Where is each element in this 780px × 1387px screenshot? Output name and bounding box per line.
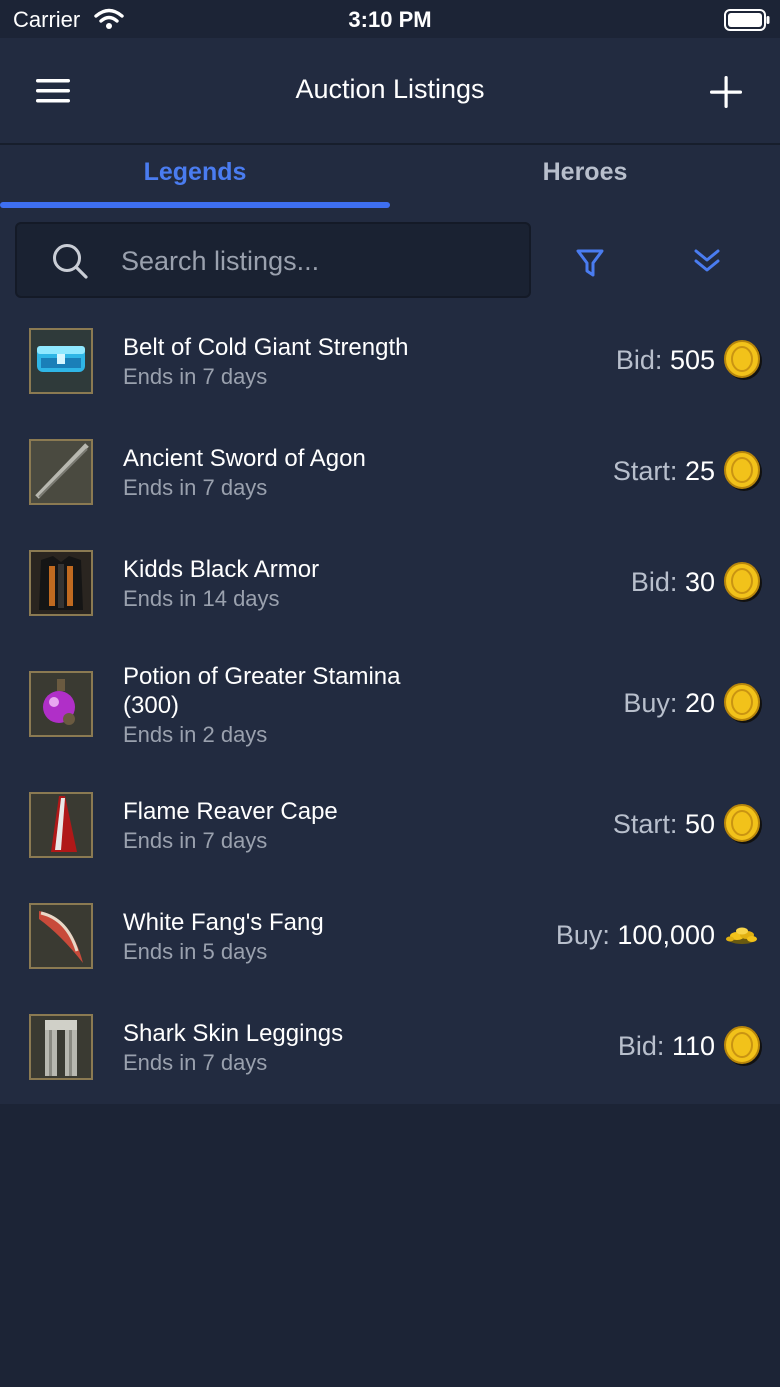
status-bar: Carrier 3:10 PM [0,0,780,38]
fang-icon [29,903,93,969]
price-type: Start: [612,809,678,839]
item-price: Buy: 100,000 [556,920,715,951]
list-item[interactable]: White Fang's Fang Ends in 5 days Buy: 10… [0,887,780,998]
sword-icon [29,439,93,505]
item-ends: Ends in 5 days [123,939,268,964]
tab-heroes[interactable]: Heroes [390,145,780,211]
auction-list: Belt of Cold Giant Strength Ends in 7 da… [0,312,780,1104]
filter-icon[interactable] [575,247,605,279]
price-type: Start: [612,456,678,486]
item-name: Flame Reaver Cape [123,798,338,825]
item-price: Bid: 110 [618,1031,715,1062]
list-item[interactable]: Kidds Black Armor Ends in 14 days Bid: 3… [0,534,780,645]
sort-icon[interactable] [693,247,721,275]
empty-area [0,1104,780,1387]
price-value: 25 [684,456,715,486]
item-ends: Ends in 7 days [123,1050,268,1075]
list-item[interactable]: Potion of Greater Stamina (300) Ends in … [0,645,780,776]
belt-icon [29,328,93,394]
battery-icon [724,9,770,31]
price-type: Bid: [615,345,663,375]
price-value: 505 [669,345,715,375]
tab-bar: Legends Heroes [0,145,780,211]
gold-coin-icon [724,340,762,380]
item-price: Start: 50 [613,809,715,840]
price-value: 20 [684,688,715,718]
item-name: Shark Skin Leggings [123,1020,344,1047]
tab-active-indicator [0,202,390,208]
price-value: 100,000 [617,920,715,950]
price-value: 30 [684,567,715,597]
gold-coin-icon [724,683,762,723]
gold-coin-icon [724,451,762,491]
price-value: 50 [684,809,715,839]
search-input[interactable] [121,240,511,282]
list-item[interactable]: Belt of Cold Giant Strength Ends in 7 da… [0,312,780,423]
item-price: Bid: 505 [616,345,715,376]
price-type: Buy: [555,920,610,950]
list-item[interactable]: Flame Reaver Cape Ends in 7 days Start: … [0,776,780,887]
leggings-icon [29,1014,93,1080]
gold-coin-icon [724,562,762,602]
search-icon [53,244,88,279]
list-item[interactable]: Ancient Sword of Agon Ends in 7 days Sta… [0,423,780,534]
item-price: Bid: 30 [631,567,715,598]
gold-coin-icon [724,804,762,844]
tab-legends-label: Legends [143,158,247,186]
item-ends: Ends in 7 days [123,475,268,500]
item-price: Buy: 20 [623,688,715,719]
price-value: 110 [671,1031,715,1061]
item-ends: Ends in 2 days [123,722,268,747]
gold-coin-icon [724,1026,762,1066]
item-name: Potion of Greater Stamina (300) [123,663,401,719]
tab-heroes-label: Heroes [542,158,628,186]
list-item[interactable]: Shark Skin Leggings Ends in 7 days Bid: … [0,998,780,1104]
tab-legends[interactable]: Legends [0,145,390,211]
add-icon[interactable] [709,75,743,109]
page-title: Auction Listings [295,74,485,104]
item-name: Kidds Black Armor [123,556,320,583]
gold-pile-icon [726,927,757,944]
armor-icon [29,550,93,616]
nav-bar: Auction Listings [0,38,780,145]
price-type: Bid: [630,567,678,597]
item-ends: Ends in 7 days [123,364,268,389]
cape-icon [29,792,93,858]
item-ends: Ends in 7 days [123,828,268,853]
item-ends: Ends in 14 days [123,586,280,611]
status-time: 3:10 PM [348,7,432,32]
potion-icon [29,671,93,737]
item-name: Belt of Cold Giant Strength [123,334,409,361]
search-box[interactable] [15,222,531,298]
item-price: Start: 25 [613,456,715,487]
search-row [0,211,780,312]
item-name: Ancient Sword of Agon [123,445,366,472]
price-type: Bid: [617,1031,665,1061]
item-name: White Fang's Fang [123,909,324,936]
price-type: Buy: [623,688,678,718]
